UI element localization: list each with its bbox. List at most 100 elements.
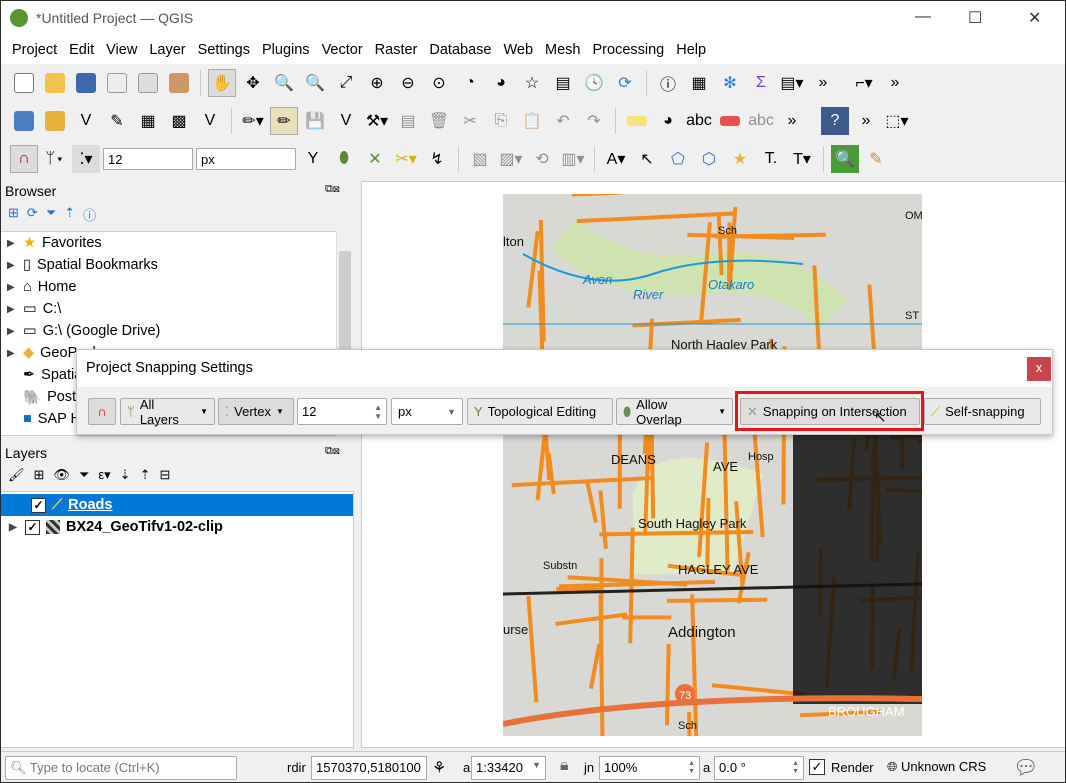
tolerance-units-select[interactable]: px ▼ <box>391 398 463 425</box>
split-feature-icon[interactable]: ▥▾ <box>559 145 587 173</box>
snapping-on-intersection-button[interactable]: ✕ Snapping on Intersection <box>740 398 920 425</box>
help-icon[interactable]: ? <box>821 107 849 135</box>
highlight-labels-icon[interactable] <box>716 107 744 135</box>
toggle-editing-icon[interactable]: ✏ <box>270 107 298 135</box>
self-snapping-button[interactable]: ⟋ Self-snapping <box>924 398 1041 425</box>
expression-filter-icon[interactable]: ε▾ <box>98 467 110 483</box>
add-mesh-icon[interactable]: ▦ <box>134 107 162 135</box>
pin-labels-icon[interactable]: abc <box>685 107 713 135</box>
identify-icon[interactable]: ⓘ <box>654 69 682 97</box>
style-icon[interactable]: 🖌 <box>8 467 25 483</box>
save-project-icon[interactable] <box>72 69 100 97</box>
close-button[interactable]: ✕ <box>1028 8 1041 28</box>
add-point-text-annotation-icon[interactable]: T. <box>757 145 785 173</box>
spin-arrows-icon[interactable]: ▲ ▼ <box>688 760 695 776</box>
zoom-in-icon[interactable]: 🔍 <box>270 69 298 97</box>
menu-processing[interactable]: Processing <box>593 38 671 64</box>
menu-vector[interactable]: Vector <box>322 38 369 64</box>
add-raster-icon[interactable]: ✎ <box>103 107 131 135</box>
add-line-feature-icon[interactable]: V <box>332 107 360 135</box>
snapping-tolerance-input[interactable]: 12 <box>103 148 193 170</box>
attribute-table-icon[interactable]: ▦ <box>685 69 713 97</box>
scrollbar-thumb[interactable] <box>339 251 351 351</box>
refresh-icon[interactable]: ⟳ <box>611 69 639 97</box>
zoom-native-icon[interactable]: ⊙ <box>425 69 453 97</box>
filter-icon[interactable]: ⏷ <box>46 205 56 224</box>
new-bookmark-icon[interactable]: ☆ <box>518 69 546 97</box>
pan-to-selection-icon[interactable]: ✥ <box>239 69 267 97</box>
menu-raster[interactable]: Raster <box>375 38 424 64</box>
menu-project[interactable]: Project <box>12 38 63 64</box>
coordinate-field[interactable]: 1570370,5180100 <box>311 756 427 780</box>
snapping-units-select[interactable]: px <box>196 148 296 170</box>
tracing-icon[interactable]: ↯ <box>423 145 451 173</box>
collapse-all-icon[interactable]: ⇡ <box>140 467 151 483</box>
menu-plugins[interactable]: Plugins <box>262 38 316 64</box>
diagram-icon[interactable]: ◕ <box>654 107 682 135</box>
layer-item-roads[interactable]: ✓ ⟋ Roads <box>1 494 353 516</box>
snap-layers-icon[interactable]: ᛘ▾ <box>41 145 69 173</box>
data-source-manager-icon[interactable] <box>10 107 38 135</box>
menu-database[interactable]: Database <box>429 38 497 64</box>
menu-view[interactable]: View <box>106 38 143 64</box>
crs-button[interactable]: 🌐︎ Unknown CRS <box>887 759 986 775</box>
spin-arrows-icon[interactable]: ▲ ▼ <box>792 760 799 776</box>
layer-visibility-checkbox[interactable]: ✓ <box>25 519 40 535</box>
overflow-chevron-icon[interactable]: » <box>809 69 837 97</box>
scale-select[interactable]: 1:33420 ▼ <box>471 756 546 780</box>
magnifier-spinbox[interactable]: 100% ▲ ▼ <box>599 756 700 780</box>
select-features-icon[interactable]: ⬚▾ <box>883 107 911 135</box>
open-project-icon[interactable] <box>41 69 69 97</box>
filter-legend-icon[interactable]: ⏷ <box>79 467 89 483</box>
topological-editing-button[interactable]: Y Topological Editing <box>467 398 613 425</box>
add-vector-icon[interactable]: V <box>72 107 100 135</box>
temporal-controller-icon[interactable]: 🕓 <box>580 69 608 97</box>
cut-features-icon[interactable]: ✂ <box>456 107 484 135</box>
show-bookmarks-icon[interactable]: ▤ <box>549 69 577 97</box>
minimize-button[interactable]: — <box>915 8 931 26</box>
panel-float-close-icons[interactable]: ⧉⊠ <box>325 183 340 196</box>
locator-search-input[interactable]: 🔍︎ Type to locate (Ctrl+K) <box>5 756 237 780</box>
advanced-digitizing-icon[interactable]: ▧ <box>466 145 494 173</box>
browser-item-google-drive[interactable]: ▶ ▭ G:\ (Google Drive) <box>7 320 351 342</box>
refresh-icon[interactable]: ⟳ <box>27 205 38 224</box>
menu-help[interactable]: Help <box>676 38 712 64</box>
remove-layer-icon[interactable]: ⊟ <box>159 467 170 483</box>
lock-scale-icon[interactable]: 🔒︎ <box>560 757 569 775</box>
label-toolbar-icon[interactable] <box>623 107 651 135</box>
delete-selected-icon[interactable]: 🗑 <box>425 107 453 135</box>
enable-snapping-magnet-icon[interactable]: ∩ <box>10 145 38 173</box>
tolerance-spinbox[interactable]: 12 ▲ ▼ <box>297 398 387 425</box>
layer-item-raster[interactable]: ▶ ✓ BX24_GeoTifv1-02-clip <box>9 516 223 538</box>
add-selected-icon[interactable]: ⊞ <box>8 205 19 224</box>
visibility-icon[interactable]: 👁 <box>53 467 70 483</box>
add-virtual-layer-icon[interactable]: V <box>196 107 224 135</box>
menu-layer[interactable]: Layer <box>149 38 191 64</box>
measure-icon[interactable]: ▤▾ <box>778 69 806 97</box>
zoom-last-icon[interactable]: ◔ <box>456 69 484 97</box>
shape-digitizing-icon[interactable]: ▨▾ <box>497 145 525 173</box>
save-edits-icon[interactable]: 💾 <box>301 107 329 135</box>
vertex-tool-icon[interactable]: ⚒▾ <box>363 107 391 135</box>
snap-vertex-icon[interactable]: ⁚▾ <box>72 145 100 173</box>
zoom-out-icon[interactable]: 🔍 <box>301 69 329 97</box>
text-annotation-icon[interactable]: A▾ <box>602 145 630 173</box>
statistics-sum-icon[interactable]: Σ <box>747 69 775 97</box>
new-project-icon[interactable] <box>10 69 38 97</box>
menu-web[interactable]: Web <box>503 38 539 64</box>
layer-visibility-checkbox[interactable]: ✓ <box>31 497 46 513</box>
new-print-layout-icon[interactable] <box>103 69 131 97</box>
browser-item-favorites[interactable]: ▶ ★ Favorites <box>7 232 351 254</box>
snap-intersection-icon[interactable]: ✕ <box>361 145 389 173</box>
digitize-icon[interactable]: ⌐▾ <box>850 69 878 97</box>
copy-features-icon[interactable]: ⎘ <box>487 107 515 135</box>
add-polygon-annotation-icon[interactable]: ⬠ <box>664 145 692 173</box>
messages-icon[interactable]: 💬︎ <box>1013 755 1038 780</box>
allow-overlap-icon[interactable]: ⬮ <box>330 145 358 173</box>
plugin-icon[interactable]: ✎ <box>862 145 890 173</box>
rotate-feature-icon[interactable]: ⟲ <box>528 145 556 173</box>
menu-settings[interactable]: Settings <box>198 38 256 64</box>
panel-float-close-icons[interactable]: ⧉⊠ <box>325 445 340 458</box>
overflow-chevron-icon[interactable]: » <box>778 107 806 135</box>
new-geopackage-icon[interactable] <box>41 107 69 135</box>
